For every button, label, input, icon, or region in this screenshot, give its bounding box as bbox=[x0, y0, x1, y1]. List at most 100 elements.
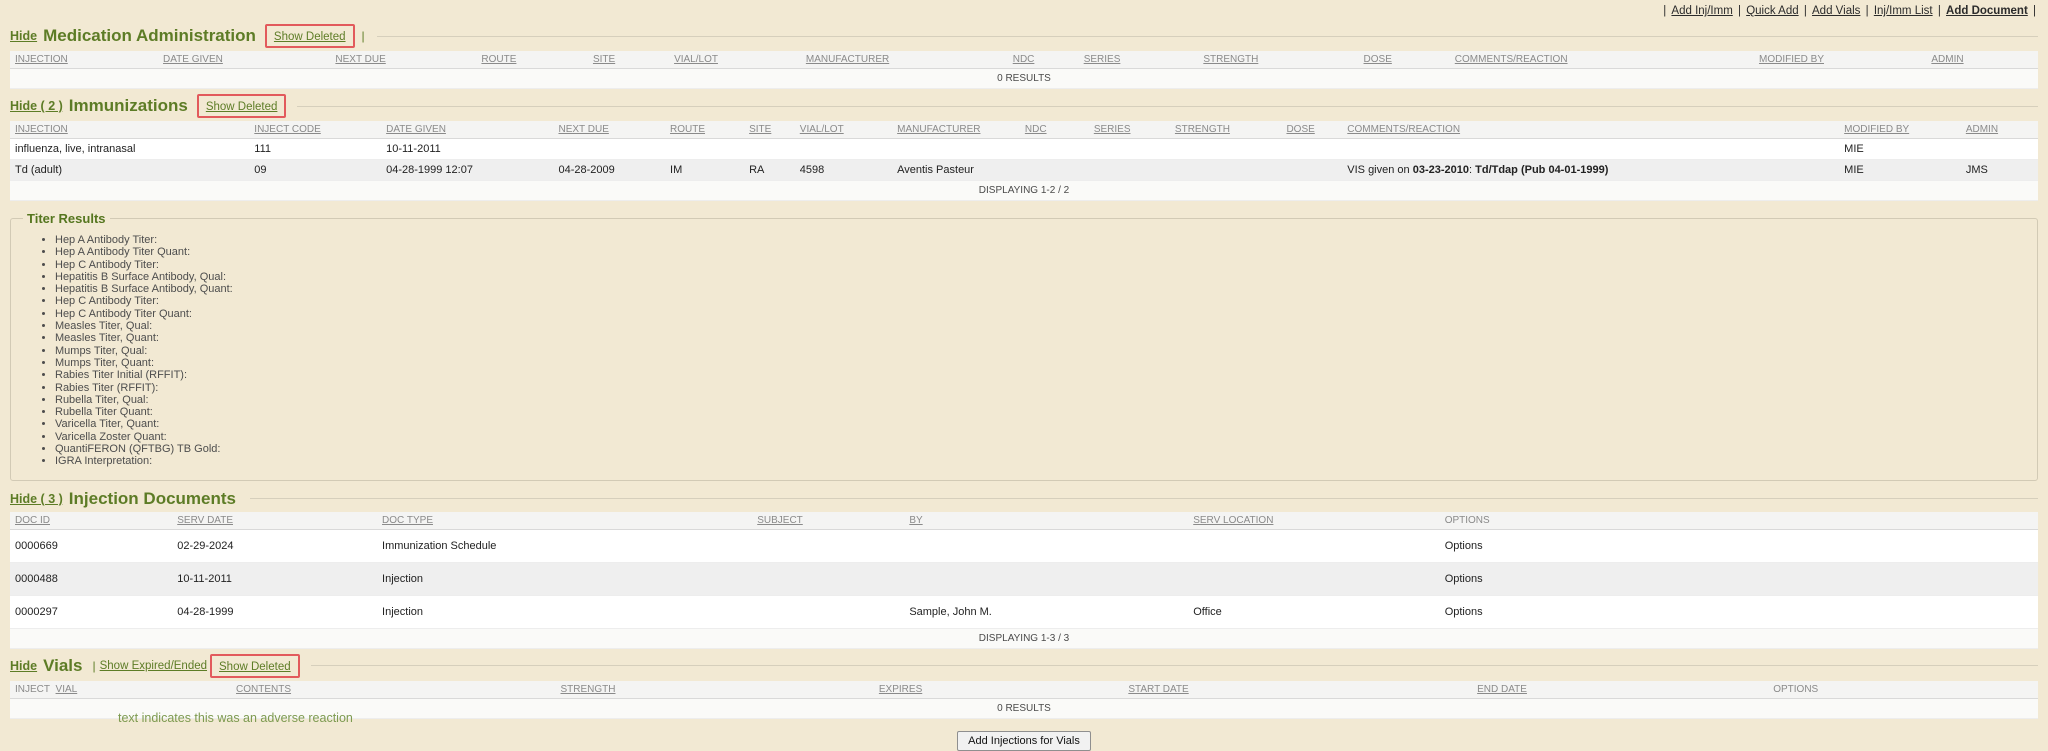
results-count-text: 0 RESULTS bbox=[10, 69, 2038, 89]
titer-item: QuantiFERON (QFTBG) TB Gold: bbox=[55, 443, 2027, 455]
col-ndc[interactable]: NDC bbox=[1008, 51, 1079, 69]
titer-item: Hepatitis B Surface Antibody, Quant: bbox=[55, 283, 2027, 295]
show-expired-ended-link[interactable]: Show Expired/Ended bbox=[100, 660, 207, 672]
col-next-due[interactable]: NEXT DUE bbox=[330, 51, 476, 69]
cell-injection: influenza, live, intranasal bbox=[10, 139, 249, 160]
separator: | bbox=[2033, 5, 2036, 17]
col-comments-reaction[interactable]: COMMENTS/REACTION bbox=[1450, 51, 1754, 69]
col-start-date[interactable]: START DATE bbox=[1123, 681, 1472, 699]
add-vials-link[interactable]: Add Vials bbox=[1812, 5, 1860, 17]
hide-injection-documents-link[interactable]: Hide ( 3 ) bbox=[10, 492, 63, 506]
cell-strength bbox=[1170, 139, 1282, 160]
col-by[interactable]: BY bbox=[904, 512, 1188, 530]
medication-administration-header: Hide Medication Administration Show Dele… bbox=[10, 24, 2038, 48]
col-next-due[interactable]: NEXT DUE bbox=[553, 121, 665, 139]
inj-imm-list-link[interactable]: Inj/Imm List bbox=[1874, 5, 1933, 17]
hide-immunizations-link[interactable]: Hide ( 2 ) bbox=[10, 99, 63, 113]
col-modified-by[interactable]: MODIFIED BY bbox=[1839, 121, 1961, 139]
document-options-button[interactable]: Options bbox=[1445, 540, 1483, 552]
col-series[interactable]: SERIES bbox=[1079, 51, 1199, 69]
paging-row: DISPLAYING 1-3 / 3 bbox=[10, 628, 2038, 648]
document-options-button[interactable]: Options bbox=[1445, 606, 1483, 618]
titer-item: Hepatitis B Surface Antibody, Qual: bbox=[55, 271, 2027, 283]
col-injection[interactable]: INJECTION bbox=[10, 121, 249, 139]
col-site[interactable]: SITE bbox=[588, 51, 669, 69]
col-manufacturer[interactable]: MANUFACTURER bbox=[801, 51, 1008, 69]
col-modified-by[interactable]: MODIFIED BY bbox=[1754, 51, 1926, 69]
show-deleted-immunizations-link[interactable]: Show Deleted bbox=[206, 101, 278, 113]
vials-title: Vials bbox=[43, 656, 82, 676]
hide-medication-administration-link[interactable]: Hide bbox=[10, 29, 37, 43]
cell-route bbox=[665, 139, 744, 160]
col-vial[interactable]: VIAL bbox=[51, 681, 231, 699]
col-admin[interactable]: ADMIN bbox=[1961, 121, 2038, 139]
col-ndc[interactable]: NDC bbox=[1020, 121, 1089, 139]
show-deleted-medication-link[interactable]: Show Deleted bbox=[274, 31, 346, 43]
col-strength[interactable]: STRENGTH bbox=[1198, 51, 1358, 69]
cell-next-due bbox=[553, 139, 665, 160]
cell-ndc bbox=[1020, 139, 1089, 160]
col-date-given[interactable]: DATE GIVEN bbox=[381, 121, 553, 139]
col-expires[interactable]: EXPIRES bbox=[874, 681, 1123, 699]
col-route[interactable]: ROUTE bbox=[665, 121, 744, 139]
col-comments-reaction[interactable]: COMMENTS/REACTION bbox=[1342, 121, 1839, 139]
cell-dose bbox=[1281, 139, 1342, 160]
add-injections-for-vials-button[interactable]: Add Injections for Vials bbox=[957, 731, 1091, 751]
vis-comment-date: 03-23-2010 bbox=[1413, 164, 1469, 176]
cell-subject bbox=[752, 595, 904, 628]
col-series[interactable]: SERIES bbox=[1089, 121, 1170, 139]
col-doc-id[interactable]: DOC ID bbox=[10, 512, 172, 530]
add-inj-imm-link[interactable]: Add Inj/Imm bbox=[1671, 5, 1732, 17]
cell-inject-code: 09 bbox=[249, 160, 381, 181]
show-deleted-highlight-box: Show Deleted bbox=[197, 94, 287, 118]
col-manufacturer[interactable]: MANUFACTURER bbox=[892, 121, 1020, 139]
col-end-date[interactable]: END DATE bbox=[1472, 681, 1768, 699]
show-deleted-highlight-box: Show Deleted bbox=[210, 654, 300, 678]
col-dose[interactable]: DOSE bbox=[1359, 51, 1450, 69]
col-serv-location[interactable]: SERV LOCATION bbox=[1188, 512, 1439, 530]
col-strength[interactable]: STRENGTH bbox=[1170, 121, 1282, 139]
quick-add-link[interactable]: Quick Add bbox=[1746, 5, 1798, 17]
col-subject[interactable]: SUBJECT bbox=[752, 512, 904, 530]
col-inject-code[interactable]: INJECT CODE bbox=[249, 121, 381, 139]
immunization-row: influenza, live, intranasal 111 10-11-20… bbox=[10, 139, 2038, 160]
cell-manufacturer bbox=[892, 139, 1020, 160]
col-admin[interactable]: ADMIN bbox=[1926, 51, 2038, 69]
cell-site: RA bbox=[744, 160, 795, 181]
titer-item: Hep C Antibody Titer: bbox=[55, 295, 2027, 307]
col-site[interactable]: SITE bbox=[744, 121, 795, 139]
col-dose[interactable]: DOSE bbox=[1281, 121, 1342, 139]
cell-serv-location: Office bbox=[1188, 595, 1439, 628]
hide-vials-link[interactable]: Hide bbox=[10, 659, 37, 673]
cell-strength bbox=[1170, 160, 1282, 181]
cell-site bbox=[744, 139, 795, 160]
col-strength[interactable]: STRENGTH bbox=[556, 681, 874, 699]
col-injection[interactable]: INJECTION bbox=[10, 51, 158, 69]
cell-serv-date: 02-29-2024 bbox=[172, 529, 377, 562]
document-options-button[interactable]: Options bbox=[1445, 573, 1483, 585]
col-doc-type[interactable]: DOC TYPE bbox=[377, 512, 752, 530]
cell-serv-location bbox=[1188, 529, 1439, 562]
cell-modified-by: MIE bbox=[1839, 139, 1961, 160]
titer-item: Varicella Titer, Quant: bbox=[55, 418, 2027, 430]
col-vial-lot[interactable]: VIAL/LOT bbox=[795, 121, 892, 139]
col-serv-date[interactable]: SERV DATE bbox=[172, 512, 377, 530]
col-route[interactable]: ROUTE bbox=[476, 51, 588, 69]
col-contents[interactable]: CONTENTS bbox=[231, 681, 555, 699]
show-deleted-highlight-box: Show Deleted bbox=[265, 24, 355, 48]
separator: | bbox=[1804, 5, 1807, 17]
cell-next-due: 04-28-2009 bbox=[553, 160, 665, 181]
immunizations-title: Immunizations bbox=[69, 96, 188, 116]
titer-item: IGRA Interpretation: bbox=[55, 455, 2027, 467]
vis-comment-prefix: VIS given on bbox=[1347, 164, 1412, 176]
document-row: 0000669 02-29-2024 Immunization Schedule… bbox=[10, 529, 2038, 562]
add-document-link[interactable]: Add Document bbox=[1946, 5, 2028, 17]
col-vial-lot[interactable]: VIAL/LOT bbox=[669, 51, 801, 69]
col-date-given[interactable]: DATE GIVEN bbox=[158, 51, 330, 69]
medication-header-row: INJECTION DATE GIVEN NEXT DUE ROUTE SITE… bbox=[10, 51, 2038, 69]
titer-item: Measles Titer, Qual: bbox=[55, 320, 2027, 332]
show-deleted-vials-link[interactable]: Show Deleted bbox=[219, 661, 291, 673]
cell-serv-location bbox=[1188, 562, 1439, 595]
title-rule bbox=[311, 665, 2038, 666]
cell-doc-type: Injection bbox=[377, 562, 752, 595]
